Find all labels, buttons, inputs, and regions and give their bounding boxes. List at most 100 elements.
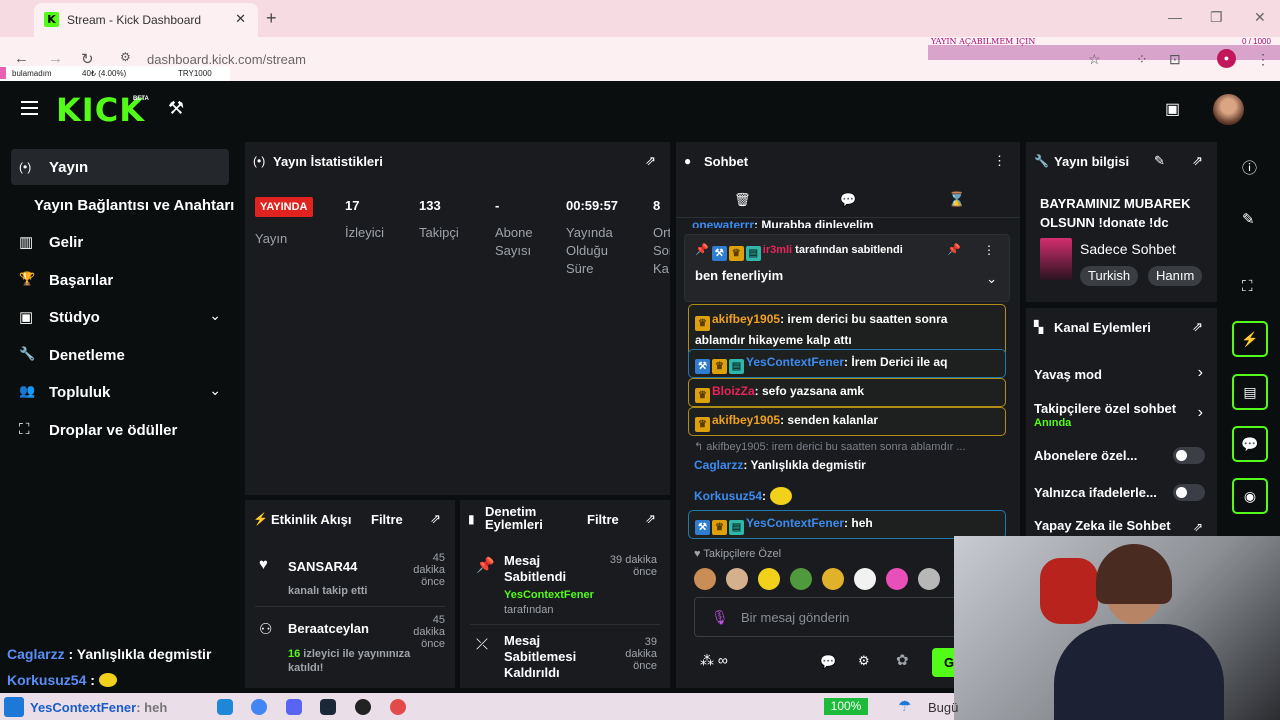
- sidebar-item-gelir[interactable]: ▥ Gelir: [11, 224, 229, 260]
- chevron-down-icon[interactable]: ⌄: [209, 307, 221, 324]
- chat-user[interactable]: BloizZa: [712, 384, 755, 398]
- category-name[interactable]: Sadece Sohbet: [1080, 241, 1176, 257]
- chat-settings-icon[interactable]: ⚙: [858, 653, 870, 669]
- maximize-icon[interactable]: ❐: [1210, 9, 1223, 26]
- chat-user[interactable]: akifbey1905: [712, 312, 780, 326]
- emote-icon[interactable]: [790, 568, 812, 590]
- microphone-icon[interactable]: 🎙: [711, 609, 729, 626]
- popout-icon[interactable]: ⇗: [645, 511, 656, 527]
- chat-user[interactable]: Korkusuz54: [694, 489, 762, 503]
- mail-icon[interactable]: [217, 699, 233, 715]
- edit-icon[interactable]: ✎: [1242, 210, 1255, 228]
- popout-icon[interactable]: ⇗: [1193, 520, 1203, 534]
- broadcast-icon: (•): [19, 160, 32, 174]
- obs-icon[interactable]: [355, 699, 371, 715]
- tab-close-icon[interactable]: ✕: [235, 11, 246, 27]
- tag-chip[interactable]: Turkish: [1080, 266, 1139, 286]
- chat-emote-icon[interactable]: 💬: [820, 654, 836, 670]
- hourglass-icon[interactable]: ⌛: [948, 191, 965, 208]
- event-desc: 16 izleyici ile yayınınıza katıldı!: [288, 647, 418, 675]
- user-avatar[interactable]: [1213, 94, 1244, 125]
- steam-icon[interactable]: [320, 699, 336, 715]
- chat-user[interactable]: YesContextFener: [746, 355, 844, 369]
- chat-rules-icon[interactable]: ⁂ ∞: [700, 652, 728, 669]
- browser-profile-icon[interactable]: ●: [1217, 49, 1236, 68]
- emote-icon[interactable]: [726, 568, 748, 590]
- row-label: Yapay Zeka ile Sohbet Denetimi: [1034, 518, 1171, 536]
- followers-only-row[interactable]: Takipçilere özel sohbet: [1034, 401, 1184, 416]
- sidebar-item-yayin[interactable]: (•) Yayın: [11, 149, 229, 185]
- event-time: 45 dakika önce: [413, 552, 445, 588]
- quick-action-broadcast[interactable]: ◉: [1232, 478, 1268, 514]
- browser-menu-icon[interactable]: ⋮: [1256, 51, 1270, 68]
- unpin-button-icon[interactable]: 📌: [947, 243, 961, 256]
- chevron-down-icon[interactable]: ⌄: [986, 271, 997, 287]
- extensions-icon[interactable]: ⁘: [1136, 51, 1148, 68]
- edit-icon[interactable]: ✎: [1154, 153, 1165, 169]
- message-icon[interactable]: 💬: [840, 192, 856, 208]
- chat-user[interactable]: YesContextFener: [746, 516, 844, 530]
- chat-header: ● Sohbet ⋮: [676, 142, 1020, 180]
- kick-logo[interactable]: KICK: [56, 91, 145, 129]
- crown-badge-icon: ♛: [695, 316, 710, 331]
- popout-icon[interactable]: ⇗: [1192, 319, 1203, 335]
- minimize-icon[interactable]: —: [1168, 9, 1182, 25]
- sidebar-item-denetleme[interactable]: 🔧 Denetleme: [11, 337, 229, 373]
- emote-icon[interactable]: [758, 568, 780, 590]
- downloads-icon[interactable]: ⊡: [1169, 51, 1181, 68]
- chevron-right-icon[interactable]: ›: [1198, 404, 1203, 422]
- chrome-icon[interactable]: [251, 699, 267, 715]
- emote-icon[interactable]: [886, 568, 908, 590]
- emote-icon[interactable]: [918, 568, 940, 590]
- subscribers-only-toggle[interactable]: [1173, 447, 1205, 464]
- back-icon[interactable]: ←: [14, 50, 29, 67]
- filter-button[interactable]: Filtre: [371, 512, 403, 527]
- tab-title: Stream - Kick Dashboard: [67, 13, 202, 27]
- sidebar-item-droplar[interactable]: ⛶ Droplar ve ödüller: [11, 412, 229, 448]
- sidebar-item-topluluk[interactable]: 👥 Topluluk ⌄: [11, 374, 229, 410]
- tag-chip[interactable]: Hanım: [1148, 266, 1203, 286]
- new-tab-button[interactable]: +: [266, 8, 277, 29]
- window-close-icon[interactable]: ✕: [1254, 9, 1266, 26]
- trash-icon[interactable]: 🗑: [734, 192, 751, 208]
- emote-icon[interactable]: [694, 568, 716, 590]
- quick-action-notes[interactable]: ▤: [1232, 374, 1268, 410]
- hammer-icon[interactable]: ⚒: [168, 98, 184, 119]
- emote-picker-icon[interactable]: ✿: [896, 651, 909, 669]
- menu-icon[interactable]: [21, 101, 38, 119]
- emote-icon[interactable]: [854, 568, 876, 590]
- chat-user[interactable]: akifbey1905: [712, 413, 780, 427]
- url-field[interactable]: dashboard.kick.com/stream: [147, 52, 306, 67]
- popout-icon[interactable]: ⇗: [645, 153, 656, 169]
- emote-icon[interactable]: [822, 568, 844, 590]
- sidebar-item-basarilar[interactable]: 🏆 Başarılar: [11, 262, 229, 298]
- browser-tab[interactable]: K Stream - Kick Dashboard ✕: [34, 3, 258, 37]
- quick-action-lightning[interactable]: ⚡: [1232, 321, 1268, 357]
- site-info-icon[interactable]: ⚙: [120, 50, 131, 64]
- category-thumbnail[interactable]: [1040, 238, 1072, 280]
- chevron-down-icon[interactable]: ⌄: [209, 382, 221, 399]
- screenshot-icon[interactable]: ⛶: [1242, 278, 1253, 295]
- info-icon[interactable]: ⓘ: [1242, 157, 1257, 178]
- chevron-right-icon[interactable]: ›: [1198, 364, 1203, 382]
- browser-app-icon[interactable]: [390, 699, 406, 715]
- slow-mode-row[interactable]: Yavaş mod: [1034, 367, 1102, 382]
- start-icon[interactable]: [4, 697, 24, 717]
- heart-icon: ♥: [694, 548, 701, 560]
- ai-moderation-row[interactable]: Yapay Zeka ile Sohbet Denetimi: [1034, 518, 1194, 536]
- sidebar-subitem-stream-key[interactable]: Yayın Bağlantısı ve Anahtarı: [34, 197, 234, 214]
- chat-user[interactable]: Caglarzz: [694, 458, 743, 472]
- discord-icon[interactable]: [286, 699, 302, 715]
- sidebar-item-studyo[interactable]: ▣ Stüdyo ⌄: [11, 299, 229, 335]
- emotes-only-toggle[interactable]: [1173, 484, 1205, 501]
- forward-icon[interactable]: →: [48, 50, 63, 67]
- quick-action-chat[interactable]: 💬: [1232, 426, 1268, 462]
- chat-menu-icon[interactable]: ⋮: [993, 153, 1006, 169]
- popout-icon[interactable]: ⇗: [1192, 153, 1203, 169]
- view-stream-icon[interactable]: ▣: [1165, 99, 1180, 119]
- pinned-menu-icon[interactable]: ⋮: [983, 243, 995, 257]
- bookmark-star-icon[interactable]: ☆: [1088, 51, 1101, 68]
- filter-button[interactable]: Filtre: [587, 512, 619, 527]
- settings-slider-icon: ▚: [1034, 320, 1044, 334]
- popout-icon[interactable]: ⇗: [430, 511, 441, 527]
